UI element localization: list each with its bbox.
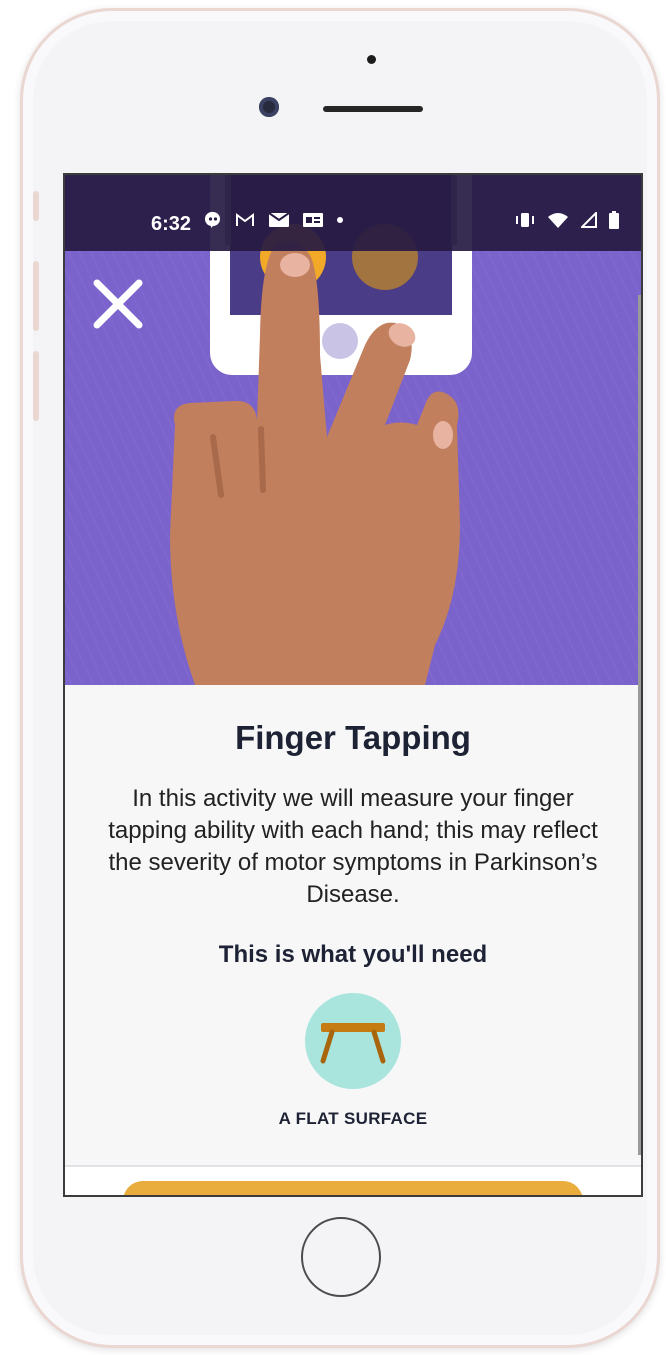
status-bar: 6:32 xyxy=(65,175,641,251)
news-icon xyxy=(303,213,323,227)
hangouts-icon xyxy=(205,211,220,228)
close-button[interactable] xyxy=(91,277,145,331)
scrollbar[interactable] xyxy=(638,295,641,1155)
footer-bar xyxy=(65,1165,641,1195)
finger-tapping-illustration xyxy=(65,175,641,685)
start-button[interactable] xyxy=(123,1181,583,1195)
front-camera xyxy=(259,97,279,117)
notification-icons xyxy=(205,211,343,229)
close-icon xyxy=(93,279,143,329)
signal-icon xyxy=(581,212,597,228)
gmail-icon xyxy=(236,213,254,226)
activity-intro: Finger Tapping In this activity we will … xyxy=(65,685,641,1165)
system-icons xyxy=(515,211,619,229)
wifi-icon xyxy=(548,213,568,228)
volume-down-button xyxy=(33,351,39,421)
vibrate-icon xyxy=(516,213,534,227)
earpiece-speaker xyxy=(323,106,423,112)
table-icon xyxy=(320,1023,386,1064)
mail-icon xyxy=(269,213,289,227)
battery-icon xyxy=(609,211,619,229)
proximity-sensor xyxy=(367,55,376,64)
dot-icon xyxy=(337,217,343,223)
item-label: A FLAT SURFACE xyxy=(278,1109,428,1128)
status-time: 6:32 xyxy=(151,213,192,235)
activity-title: Finger Tapping xyxy=(235,719,471,756)
app-screen: 6:32 Finger Tapping In this activity we … xyxy=(65,175,641,1195)
needs-heading: This is what you'll need xyxy=(218,941,488,968)
home-button[interactable] xyxy=(301,1217,381,1297)
mute-switch xyxy=(33,191,39,221)
flat-surface-badge xyxy=(305,993,401,1089)
activity-description: In this activity we will measure your fi… xyxy=(108,785,598,908)
volume-up-button xyxy=(33,261,39,331)
phone-frame: 6:32 Finger Tapping In this activity we … xyxy=(20,8,660,1348)
